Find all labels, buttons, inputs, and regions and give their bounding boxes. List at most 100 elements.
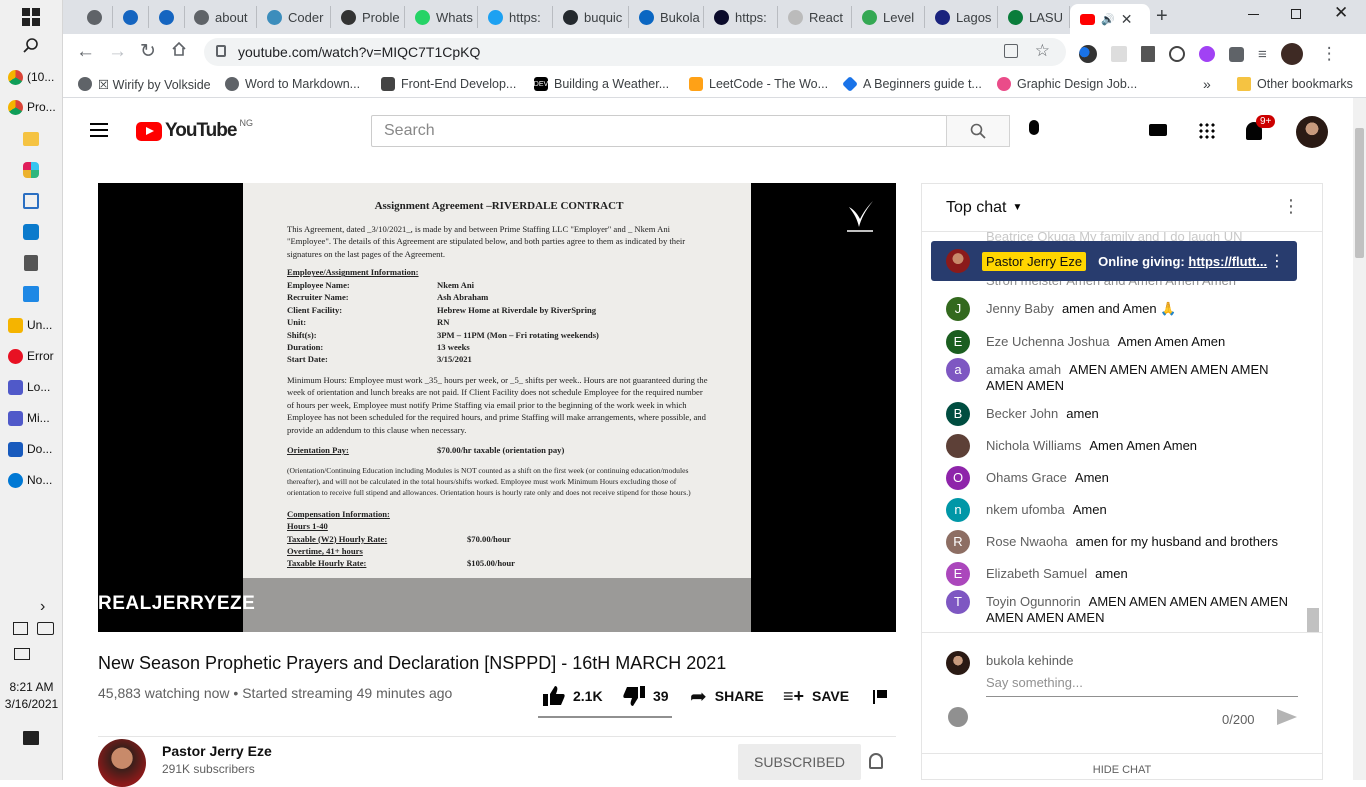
notification-icon[interactable] xyxy=(23,731,39,745)
network-icon[interactable] xyxy=(14,648,30,660)
chat-author[interactable]: Nichola Williams xyxy=(986,438,1081,453)
bookmark-item[interactable]: A Beginners guide t... xyxy=(842,75,982,93)
maximize-button[interactable] xyxy=(1291,9,1301,19)
browser-tab[interactable]: Proble xyxy=(331,6,405,28)
forward-button[interactable]: → xyxy=(108,41,127,63)
hide-chat-button[interactable]: HIDE CHAT xyxy=(922,753,1322,776)
bookmarks-overflow-button[interactable]: » xyxy=(1203,75,1211,93)
chat-message[interactable]: B Becker John amen xyxy=(946,402,1291,426)
profile-avatar[interactable] xyxy=(1280,43,1303,65)
chat-message[interactable]: E Eze Uchenna Joshua Amen Amen Amen xyxy=(946,330,1291,354)
pinned-message-banner[interactable]: Pastor Jerry Eze Online giving: https://… xyxy=(931,241,1297,281)
bookmark-item[interactable]: Graphic Design Job... xyxy=(997,75,1137,93)
hamburger-menu-icon[interactable] xyxy=(90,123,108,137)
chat-scrollbar-thumb[interactable] xyxy=(1307,608,1319,632)
address-bar[interactable]: youtube.com/watch?v=MIQC7T1CpKQ ☆ xyxy=(204,38,1066,66)
chat-author[interactable]: Ohams Grace xyxy=(986,470,1067,485)
send-icon[interactable] xyxy=(1277,709,1297,725)
more-vert-icon[interactable]: ⋮ xyxy=(1282,196,1300,217)
more-vert-icon[interactable]: ⋮ xyxy=(1269,251,1285,271)
bookmark-item[interactable]: LeetCode - The Wo... xyxy=(689,75,828,93)
lock-icon[interactable] xyxy=(216,45,226,57)
save-button[interactable]: ≡+ SAVE xyxy=(783,684,849,708)
bookmark-item[interactable]: DEV Building a Weather... xyxy=(534,75,669,93)
voice-search-icon[interactable] xyxy=(1029,120,1039,135)
puzzle-icon[interactable] xyxy=(1229,46,1244,62)
taskbar-item-error[interactable]: Error xyxy=(0,341,63,371)
chat-message[interactable]: J Jenny Baby amen and Amen 🙏 xyxy=(946,297,1291,321)
calendar-icon[interactable] xyxy=(23,286,39,302)
clock-time[interactable]: 8:21 AM xyxy=(0,680,63,694)
bookmark-star-icon[interactable]: ☆ xyxy=(1035,41,1050,61)
taskbar-item-word[interactable]: Do... xyxy=(0,434,63,464)
taskbar-item-update[interactable]: Un... xyxy=(0,310,63,340)
like-button[interactable]: 2.1K xyxy=(543,684,603,708)
close-tab-icon[interactable]: ✕ xyxy=(1121,11,1133,28)
chat-message[interactable]: Nichola Williams Amen Amen Amen xyxy=(946,434,1291,458)
browser-tab[interactable] xyxy=(113,6,149,28)
speaker-icon[interactable]: 🔊 xyxy=(1101,13,1115,26)
taskbar-item-teams-1[interactable]: Lo... xyxy=(0,372,63,402)
create-video-icon[interactable] xyxy=(1149,124,1167,136)
youtube-logo[interactable]: YouTube NG xyxy=(136,118,253,142)
browser-tab[interactable]: Lagos xyxy=(925,6,998,28)
extension-icon[interactable] xyxy=(1199,46,1215,62)
bookmark-item[interactable]: ☒ Wirify by Volkside xyxy=(78,75,211,93)
browser-tab[interactable]: LASU xyxy=(998,6,1070,28)
home-button[interactable] xyxy=(171,41,187,57)
pinned-link[interactable]: https://flutt... xyxy=(1188,254,1267,269)
install-icon[interactable] xyxy=(1004,44,1018,58)
extension-icon[interactable] xyxy=(1141,46,1155,62)
chat-message-input[interactable]: Say something... xyxy=(986,675,1298,697)
search-icon[interactable] xyxy=(23,37,39,53)
page-scrollbar[interactable] xyxy=(1353,98,1366,780)
calculator-icon[interactable] xyxy=(24,255,38,271)
more-vert-icon[interactable]: ⋮ xyxy=(1321,44,1338,64)
video-player[interactable]: Assignment Agreement –RIVERDALE CONTRACT… xyxy=(98,183,896,632)
browser-tab[interactable] xyxy=(149,6,185,28)
tray-icon[interactable] xyxy=(37,622,54,635)
chat-author[interactable]: Becker John xyxy=(986,406,1058,421)
vscode-icon[interactable] xyxy=(23,224,39,240)
chat-author[interactable]: amaka amah xyxy=(986,362,1061,377)
minimize-button[interactable] xyxy=(1248,14,1259,15)
chat-mode-selector[interactable]: Top chat xyxy=(946,199,1006,217)
taskbar-item-chrome-1[interactable]: (10... xyxy=(0,62,63,92)
other-bookmarks[interactable]: Other bookmarks xyxy=(1237,75,1353,93)
chat-message[interactable]: R Rose Nwaoha amen for my husband and brot… xyxy=(946,530,1291,554)
browser-tab[interactable]: Level xyxy=(852,6,925,28)
terminal-icon[interactable] xyxy=(23,193,39,209)
apps-grid-icon[interactable] xyxy=(1198,122,1215,139)
browser-tab[interactable]: React xyxy=(778,6,852,28)
chevron-right-icon[interactable]: › xyxy=(40,598,45,616)
reload-button[interactable]: ↻ xyxy=(140,40,156,63)
browser-tab[interactable]: buquic xyxy=(553,6,629,28)
browser-tab[interactable] xyxy=(77,6,113,28)
channel-name[interactable]: Pastor Jerry Eze xyxy=(162,743,272,759)
browser-tab[interactable]: https: xyxy=(478,6,553,28)
tray-icon[interactable] xyxy=(13,622,28,635)
report-flag-icon[interactable] xyxy=(873,690,887,704)
chat-message[interactable]: a amaka amah AMEN AMEN AMEN AMEN AMEN AMEN… xyxy=(946,358,1291,394)
subscribed-button[interactable]: SUBSCRIBED xyxy=(738,744,862,780)
back-button[interactable]: ← xyxy=(76,41,95,63)
chat-author[interactable]: Toyin Ogunnorin xyxy=(986,594,1081,609)
account-avatar[interactable] xyxy=(1296,116,1328,148)
tab-youtube-active[interactable]: 🔊 ✕ xyxy=(1070,4,1150,34)
dislike-button[interactable]: 39 xyxy=(623,684,669,708)
caret-down-icon[interactable]: ▼ xyxy=(1012,202,1022,213)
clock-date[interactable]: 3/16/2021 xyxy=(0,697,63,711)
chat-author[interactable]: Elizabeth Samuel xyxy=(986,566,1087,581)
chat-author[interactable]: Jenny Baby xyxy=(986,301,1054,316)
extension-icon[interactable] xyxy=(1111,46,1127,62)
page-scrollbar-thumb[interactable] xyxy=(1355,128,1364,258)
browser-tab[interactable]: https: xyxy=(704,6,778,28)
search-button[interactable] xyxy=(946,115,1010,147)
browser-tab[interactable]: about xyxy=(184,6,257,28)
chat-message[interactable]: T Toyin Ogunnorin AMEN AMEN AMEN AMEN AMEN… xyxy=(946,590,1291,626)
file-explorer-icon[interactable] xyxy=(23,132,39,146)
taskbar-item-teams-2[interactable]: Mi... xyxy=(0,403,63,433)
search-input[interactable]: Search xyxy=(371,115,947,147)
browser-tab[interactable]: Bukola xyxy=(629,6,704,28)
chat-message[interactable]: n nkem ufomba Amen xyxy=(946,498,1291,522)
